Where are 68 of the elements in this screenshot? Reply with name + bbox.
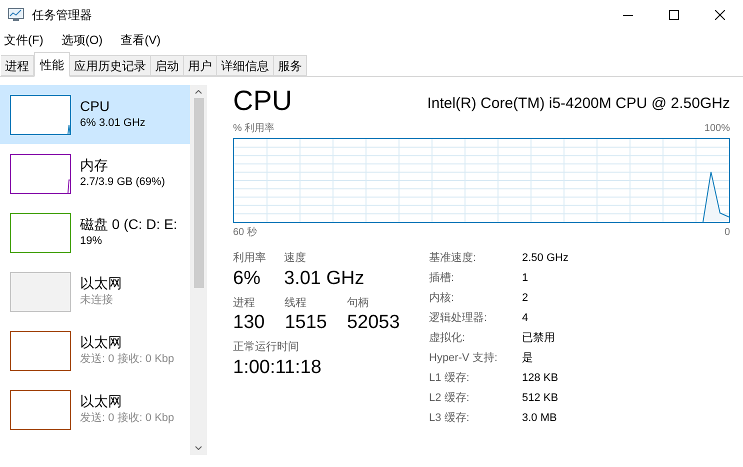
- detail-title: CPU: [233, 85, 292, 117]
- menu-item[interactable]: 文件(F): [0, 31, 48, 49]
- stat-label: 正常运行时间: [233, 340, 300, 355]
- menu-item[interactable]: 选项(O): [57, 31, 107, 49]
- spec-label: Hyper-V 支持:: [429, 351, 498, 366]
- item-subtitle: 6% 3.01 GHz: [80, 116, 146, 132]
- tab[interactable]: 详细信息: [217, 55, 274, 76]
- spec-value: 2: [522, 291, 530, 306]
- spec-label: 基准速度:: [429, 250, 478, 266]
- scrollbar[interactable]: [190, 85, 207, 455]
- item-subtitle: 2.7/3.9 GB (69%): [80, 175, 165, 190]
- item-title: 内存: [80, 156, 109, 174]
- scroll-down-icon: [195, 446, 202, 450]
- time-span-label: 60 秒: [233, 226, 257, 240]
- stat-value: 130: [233, 311, 265, 335]
- spec-label: L3 缓存:: [429, 411, 470, 426]
- stat-label: 进程: [233, 296, 256, 310]
- item-title: 以太网: [80, 392, 123, 410]
- stat-value: 1515: [284, 311, 327, 335]
- spec-value: 1: [522, 271, 530, 286]
- y-axis-label: % 利用率: [233, 122, 275, 136]
- spec-label: 插槽:: [429, 271, 456, 286]
- item-subtitle: 发送: 0 接收: 0 Kbp: [80, 352, 174, 368]
- spec-label: 逻辑处理器:: [429, 311, 488, 326]
- tab[interactable]: 应用历史记录: [70, 55, 151, 76]
- sidebar-item[interactable]: CPU 6% 3.01 GHz: [0, 85, 190, 144]
- stat-label: 利用率: [233, 250, 266, 266]
- processor-name: Intel(R) Core(TM) i5-4200M CPU @ 2.50GHz: [427, 94, 730, 114]
- close-icon: [715, 10, 725, 20]
- spec-value: 4: [522, 311, 530, 326]
- maximize-icon: [669, 10, 679, 20]
- tab[interactable]: 启动: [151, 55, 184, 76]
- stat-value: 1:00:11:18: [233, 356, 322, 380]
- stat-label: 句柄: [346, 296, 370, 310]
- item-title: 磁盘 0 (C: D: E:: [80, 215, 178, 234]
- tab[interactable]: 进程: [1, 55, 34, 76]
- spec-label: L1 缓存:: [429, 371, 470, 386]
- monitor-icon: [8, 8, 24, 22]
- tab[interactable]: 性能: [34, 52, 70, 77]
- scrollbar-thumb[interactable]: [194, 98, 204, 288]
- item-subtitle: 19%: [80, 234, 104, 250]
- minimize-icon: [623, 14, 633, 16]
- item-title: 以太网: [80, 333, 123, 352]
- y-max-label: 100%: [704, 122, 730, 136]
- spec-label: 虚拟化:: [429, 330, 466, 346]
- stat-label: 线程: [284, 296, 308, 310]
- spec-value: 是: [522, 351, 534, 366]
- stat-value: 3.01 GHz: [284, 266, 364, 290]
- spec-value: 已禁用: [522, 331, 556, 346]
- time-end-label: 0: [724, 226, 730, 240]
- menu-item[interactable]: 查看(V): [116, 31, 165, 49]
- spec-value: 3.0 MB: [522, 411, 558, 426]
- stat-label: 速度: [284, 250, 307, 266]
- stat-value: 52053: [346, 311, 400, 335]
- item-subtitle: 发送: 0 接收: 0 Kbp: [80, 410, 174, 426]
- tab[interactable]: 用户: [184, 55, 217, 76]
- scroll-up-icon: [195, 90, 202, 94]
- spec-value: 128 KB: [522, 371, 560, 386]
- tab[interactable]: 服务: [274, 55, 307, 76]
- item-title: CPU: [80, 97, 111, 116]
- window-title: 任务管理器: [32, 7, 92, 24]
- item-subtitle: 未连接: [80, 292, 114, 308]
- spec-label: 内核:: [429, 291, 456, 306]
- stat-value: 6%: [233, 266, 262, 290]
- item-title: 以太网: [80, 274, 122, 292]
- spec-value: 512 KB: [522, 391, 560, 406]
- spec-value: 2.50 GHz: [522, 251, 568, 266]
- spec-label: L2 缓存:: [429, 391, 470, 406]
